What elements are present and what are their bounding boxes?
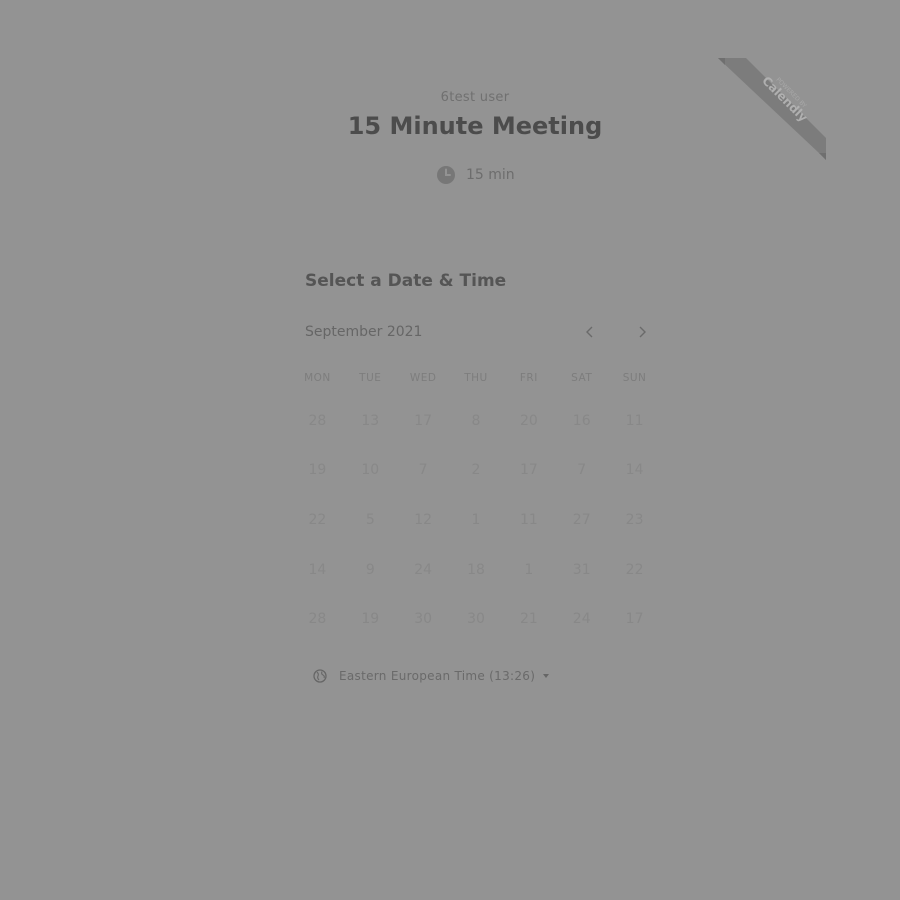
calendar-day: 12 (414, 511, 433, 528)
calendar-day: 28 (308, 412, 327, 429)
weekday-label: TUE (359, 372, 382, 384)
calendar-day: 14 (625, 462, 644, 479)
duration-label: 15 min (466, 167, 515, 183)
calendar-day: 21 (519, 611, 538, 628)
calendar-day: 20 (519, 412, 538, 429)
calendar-day: 16 (572, 412, 591, 429)
weekday-header: MON TUE WED THU FRI SAT SUN (291, 372, 661, 384)
globe-icon (313, 669, 327, 683)
calendar-day: 8 (471, 412, 481, 429)
clock-icon (437, 166, 455, 184)
calendar-day: 17 (519, 462, 538, 479)
weekday-label: SUN (622, 372, 647, 384)
calendar-day: 17 (414, 412, 433, 429)
calendar-day: 5 (365, 511, 375, 528)
calendar-day: 19 (308, 462, 327, 479)
timezone-selector[interactable]: Eastern European Time (13:26) (313, 669, 550, 683)
weekday-label: MON (304, 372, 331, 384)
chevron-left-icon (586, 326, 593, 338)
calendar-day: 31 (572, 561, 591, 578)
calendar-day: 27 (572, 511, 591, 528)
calendar-day: 23 (625, 511, 644, 528)
calendar-day: 1 (471, 511, 481, 528)
chevron-right-icon (639, 326, 646, 338)
next-month-button[interactable] (632, 322, 652, 342)
calendar-day: 17 (625, 611, 644, 628)
section-title: Select a Date & Time (305, 271, 507, 291)
calendar-day: 19 (361, 611, 380, 628)
calendar-day: 30 (467, 611, 485, 628)
calendar-day: 7 (418, 462, 428, 479)
calendar-day: 22 (625, 561, 644, 578)
timezone-label: Eastern European Time (13:26) (339, 669, 536, 683)
calendar-day: 11 (519, 511, 538, 528)
calendar-day: 22 (308, 511, 327, 528)
calendar-grid: 28 13 17 8 20 16 11 19 10 7 2 17 7 14 22… (291, 396, 661, 644)
calendar-day: 24 (572, 611, 591, 628)
calendar-day: 24 (414, 561, 433, 578)
calendar-day: 11 (625, 412, 644, 429)
booking-page: 6test user 15 Minute Meeting 15 min POWE… (0, 0, 900, 900)
month-label: September 2021 (305, 324, 423, 340)
weekday-label: SAT (571, 372, 593, 384)
calendar-day: 14 (308, 561, 327, 578)
weekday-label: WED (409, 372, 437, 384)
calendar-day: 30 (414, 611, 433, 628)
calendar-day: 13 (361, 412, 380, 429)
duration-info: 15 min (436, 165, 515, 185)
weekday-label: FRI (519, 372, 538, 384)
calendar-day: 28 (308, 611, 327, 628)
calendar-day: 1 (524, 561, 534, 578)
weekday-label: THU (464, 372, 488, 384)
caret-down-icon (543, 674, 550, 678)
calendar-day: 2 (471, 462, 481, 479)
calendar-day: 18 (467, 561, 485, 578)
calendar-day: 10 (361, 462, 380, 479)
powered-by-calendly-badge[interactable]: POWERED BY Calendly (718, 58, 826, 160)
calendar-day: 9 (365, 561, 375, 578)
prev-month-button[interactable] (580, 322, 600, 342)
calendar-day: 7 (577, 462, 587, 479)
